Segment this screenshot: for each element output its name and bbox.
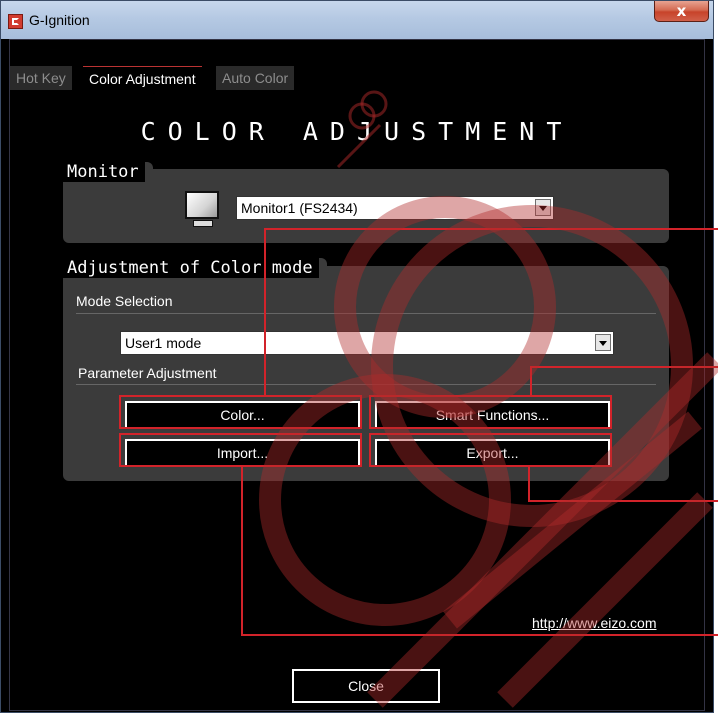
app-window: G-Ignition x Hot Key Color Adjustment Au…	[0, 0, 714, 713]
callout-line	[530, 366, 718, 368]
callout-frame-import	[119, 433, 362, 467]
callout-frame-smart-functions	[369, 395, 612, 429]
tab-color-adjustment[interactable]: Color Adjustment	[83, 66, 202, 91]
divider	[76, 384, 656, 385]
title-bar[interactable]: G-Ignition x	[1, 1, 713, 39]
mode-selection-label: Mode Selection	[76, 293, 173, 309]
close-icon: x	[676, 2, 687, 20]
chevron-down-icon[interactable]	[535, 199, 551, 216]
callout-line	[528, 500, 718, 502]
callout-line	[530, 366, 532, 396]
app-logo-icon	[8, 14, 23, 29]
chevron-down-icon[interactable]	[595, 334, 611, 351]
window-title: G-Ignition	[29, 12, 90, 28]
color-mode-group-label: Adjustment of Color mode	[63, 258, 327, 278]
callout-line	[264, 228, 266, 396]
callout-line	[528, 466, 530, 502]
monitor-stand-icon	[193, 220, 213, 227]
divider	[76, 313, 656, 314]
callout-frame-color	[119, 395, 362, 429]
callout-line	[241, 634, 718, 636]
monitor-group-label: Monitor	[63, 162, 153, 182]
tab-auto-color[interactable]: Auto Color	[216, 66, 295, 90]
eizo-link[interactable]: http://www.eizo.com	[532, 615, 657, 631]
monitor-select[interactable]: Monitor1 (FS2434)	[236, 196, 554, 220]
callout-frame-export	[369, 433, 612, 467]
page-title: COLOR ADJUSTMENT	[140, 117, 574, 146]
tab-hot-key[interactable]: Hot Key	[10, 66, 72, 90]
monitor-select-value: Monitor1 (FS2434)	[241, 200, 358, 216]
parameter-adjustment-label: Parameter Adjustment	[78, 365, 217, 381]
mode-select[interactable]: User1 mode	[120, 331, 614, 355]
callout-line	[264, 228, 718, 230]
close-button[interactable]: Close	[292, 669, 440, 703]
mode-select-value: User1 mode	[125, 335, 202, 351]
callout-line	[241, 466, 243, 636]
client-area: Hot Key Color Adjustment Auto Color COLO…	[9, 39, 705, 711]
monitor-icon	[185, 191, 219, 219]
window-close-button[interactable]: x	[654, 1, 709, 22]
